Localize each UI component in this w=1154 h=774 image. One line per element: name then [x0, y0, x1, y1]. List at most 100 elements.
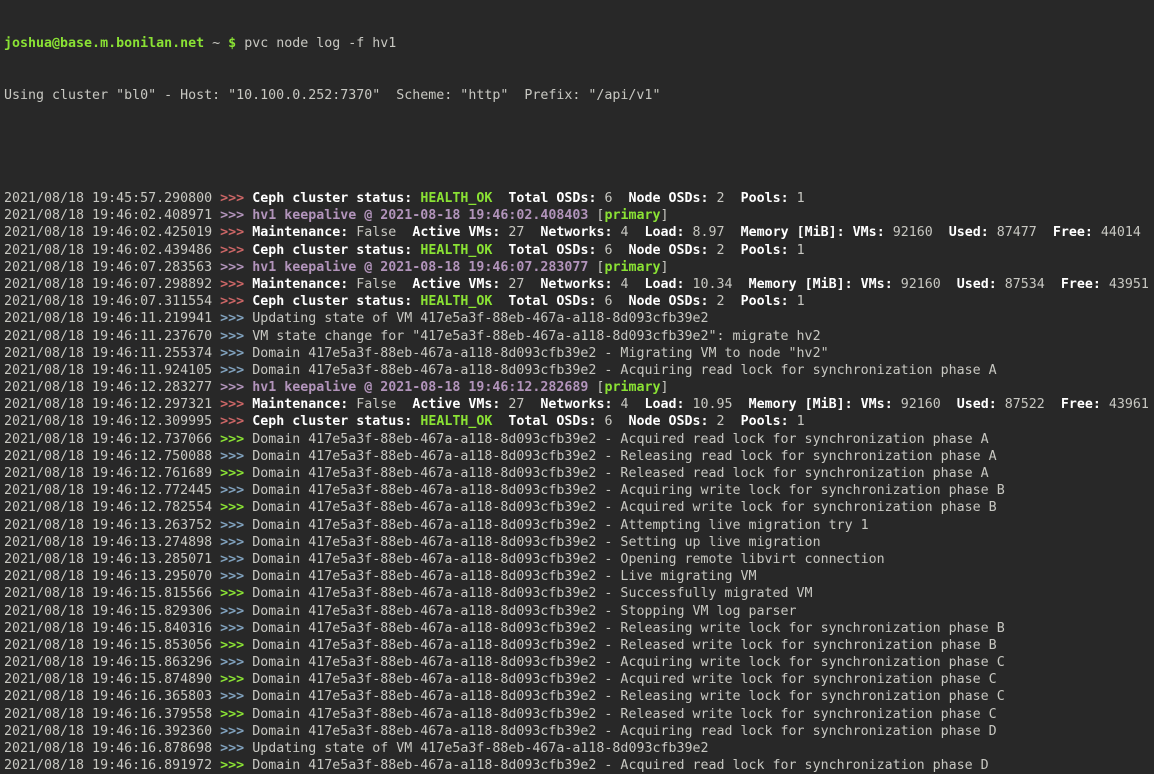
log-text-segment: Pools: — [741, 294, 789, 309]
log-output: 2021/08/18 19:45:57.290800 >>> Ceph clus… — [4, 190, 1154, 774]
log-text-segment: Domain 417e5a3f-88eb-467a-a118-8d093cfb3… — [252, 466, 989, 481]
log-line: 2021/08/18 19:46:13.263752 >>> Domain 41… — [4, 517, 1154, 534]
log-line: 2021/08/18 19:46:11.219941 >>> Updating … — [4, 310, 1154, 327]
log-line: 2021/08/18 19:46:12.772445 >>> Domain 41… — [4, 482, 1154, 499]
log-timestamp: 2021/08/18 19:46:07.311554 — [4, 294, 220, 309]
log-text-segment: primary — [604, 208, 660, 223]
log-text-segment: Node OSDs: — [628, 191, 708, 206]
log-text-segment: 1 — [789, 243, 805, 258]
log-text-segment: Active VMs: — [412, 397, 500, 412]
blank-line — [4, 139, 1154, 156]
log-text-segment — [492, 294, 508, 309]
log-text-segment: Free: — [1061, 277, 1101, 292]
log-line: 2021/08/18 19:46:12.283277 >>> hv1 keepa… — [4, 379, 1154, 396]
log-timestamp: 2021/08/18 19:46:12.297321 — [4, 397, 220, 412]
log-text-segment: Memory [MiB]: — [749, 397, 853, 412]
log-text-segment — [492, 191, 508, 206]
log-marker: >>> — [220, 432, 252, 447]
log-text-segment: VM state change for "417e5a3f-88eb-467a-… — [252, 329, 820, 344]
log-text-segment: Domain 417e5a3f-88eb-467a-a118-8d093cfb3… — [252, 346, 828, 361]
log-line: 2021/08/18 19:46:07.283563 >>> hv1 keepa… — [4, 259, 1154, 276]
terminal-window[interactable]: joshua@base.m.bonilan.net ~ $ pvc node l… — [0, 0, 1154, 774]
log-text-segment: Free: — [1053, 225, 1093, 240]
log-timestamp: 2021/08/18 19:46:12.772445 — [4, 483, 220, 498]
log-text-segment: HEALTH_OK — [420, 294, 492, 309]
log-timestamp: 2021/08/18 19:46:15.874890 — [4, 672, 220, 687]
log-marker: >>> — [220, 535, 252, 550]
log-line: 2021/08/18 19:46:15.874890 >>> Domain 41… — [4, 671, 1154, 688]
log-text-segment: 2 — [709, 243, 741, 258]
log-marker: >>> — [220, 397, 252, 412]
log-timestamp: 2021/08/18 19:46:16.891972 — [4, 758, 220, 773]
log-line: 2021/08/18 19:46:16.891972 >>> Domain 41… — [4, 757, 1154, 774]
log-marker: >>> — [220, 466, 252, 481]
log-text-segment: primary — [604, 380, 660, 395]
log-line: 2021/08/18 19:46:16.365803 >>> Domain 41… — [4, 688, 1154, 705]
log-text-segment: hv1 keepalive @ 2021-08-18 19:46:02.4084… — [252, 208, 588, 223]
log-text-segment — [845, 225, 853, 240]
log-text-segment: 27 — [500, 225, 540, 240]
log-text-segment: 2 — [709, 191, 741, 206]
log-text-segment: Total OSDs: — [508, 243, 596, 258]
log-text-segment: Updating state of VM 417e5a3f-88eb-467a-… — [252, 741, 708, 756]
log-text-segment: 2 — [709, 414, 741, 429]
log-line: 2021/08/18 19:46:12.750088 >>> Domain 41… — [4, 448, 1154, 465]
log-text-segment: 87534 — [997, 277, 1061, 292]
log-marker: >>> — [220, 346, 252, 361]
log-text-segment: Domain 417e5a3f-88eb-467a-a118-8d093cfb3… — [252, 552, 884, 567]
log-text-segment: Total OSDs: — [508, 414, 596, 429]
log-text-segment: Domain 417e5a3f-88eb-467a-a118-8d093cfb3… — [252, 638, 997, 653]
log-text-segment: 4 — [612, 225, 644, 240]
log-text-segment: 27 — [500, 397, 540, 412]
log-text-segment: False — [348, 397, 412, 412]
log-text-segment: 1 — [789, 191, 805, 206]
log-text-segment: HEALTH_OK — [420, 414, 492, 429]
log-timestamp: 2021/08/18 19:46:15.863296 — [4, 655, 220, 670]
log-text-segment: Maintenance: — [252, 277, 348, 292]
log-text-segment: Memory [MiB]: — [749, 277, 853, 292]
log-text-segment: Domain 417e5a3f-88eb-467a-a118-8d093cfb3… — [252, 500, 997, 515]
log-marker: >>> — [220, 363, 252, 378]
log-text-segment: False — [348, 225, 412, 240]
log-text-segment: Used: — [957, 277, 997, 292]
log-line: 2021/08/18 19:46:12.761689 >>> Domain 41… — [4, 465, 1154, 482]
log-marker: >>> — [220, 260, 252, 275]
log-text-segment: Domain 417e5a3f-88eb-467a-a118-8d093cfb3… — [252, 535, 820, 550]
log-text-segment — [492, 243, 508, 258]
log-text-segment: Used: — [949, 225, 989, 240]
log-text-segment: 27 — [500, 277, 540, 292]
log-marker: >>> — [220, 414, 252, 429]
log-text-segment: Used: — [957, 397, 997, 412]
log-timestamp: 2021/08/18 19:46:16.392360 — [4, 724, 220, 739]
log-timestamp: 2021/08/18 19:46:12.283277 — [4, 380, 220, 395]
log-marker: >>> — [220, 277, 252, 292]
log-marker: >>> — [220, 604, 252, 619]
log-line: 2021/08/18 19:46:12.737066 >>> Domain 41… — [4, 431, 1154, 448]
log-timestamp: 2021/08/18 19:46:02.425019 — [4, 225, 220, 240]
log-marker: >>> — [220, 758, 252, 773]
log-text-segment: Domain 417e5a3f-88eb-467a-a118-8d093cfb3… — [252, 586, 812, 601]
log-text-segment: 43951 — [1101, 277, 1149, 292]
log-text-segment: Domain 417e5a3f-88eb-467a-a118-8d093cfb3… — [252, 569, 756, 584]
log-timestamp: 2021/08/18 19:46:11.255374 — [4, 346, 220, 361]
log-timestamp: 2021/08/18 19:46:07.283563 — [4, 260, 220, 275]
log-text-segment: Active VMs: — [412, 225, 500, 240]
log-text-segment: HEALTH_OK — [420, 191, 492, 206]
log-text-segment: 10.34 — [685, 277, 749, 292]
log-timestamp: 2021/08/18 19:46:11.237670 — [4, 329, 220, 344]
log-text-segment: Networks: — [540, 277, 612, 292]
log-text-segment: Pools: — [741, 414, 789, 429]
log-marker: >>> — [220, 586, 252, 601]
log-text-segment: VMs: — [861, 397, 893, 412]
log-text-segment: 92160 — [893, 277, 957, 292]
log-text-segment: Load: — [645, 225, 685, 240]
log-text-segment: [ — [588, 208, 604, 223]
log-text-segment: Domain 417e5a3f-88eb-467a-a118-8d093cfb3… — [252, 363, 997, 378]
log-text-segment: Domain 417e5a3f-88eb-467a-a118-8d093cfb3… — [252, 621, 1005, 636]
log-marker: >>> — [220, 741, 252, 756]
log-text-segment: 4 — [612, 397, 644, 412]
log-text-segment: Node OSDs: — [628, 414, 708, 429]
log-marker: >>> — [220, 329, 252, 344]
log-text-segment: 2 — [709, 294, 741, 309]
log-marker: >>> — [220, 311, 252, 326]
